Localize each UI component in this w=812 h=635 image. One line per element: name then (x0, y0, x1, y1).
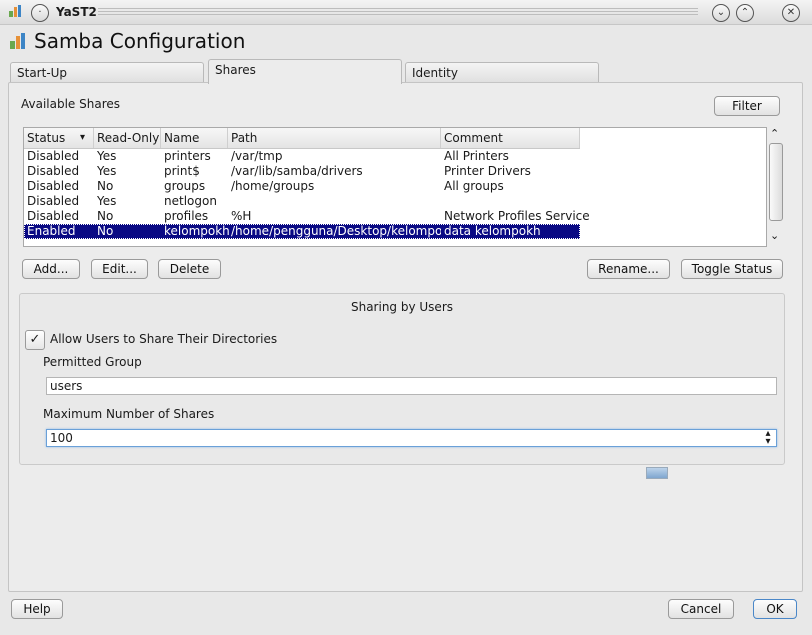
permitted-group-label: Permitted Group (43, 355, 142, 369)
titlebar-decoration (98, 8, 698, 16)
column-header-path[interactable]: Path (228, 128, 441, 148)
table-row-selected[interactable]: Enabled No kelompokh /home/pengguna/Desk… (24, 224, 580, 239)
sort-chevron-icon: ▾ (80, 132, 86, 143)
max-shares-label: Maximum Number of Shares (43, 407, 215, 421)
yast-icon (8, 4, 22, 18)
window-titlebar: · YaST2 ⌄ ⌃ ✕ (0, 0, 812, 25)
column-header-comment[interactable]: Comment (441, 128, 580, 148)
column-header-read-only[interactable]: Read-Only (94, 128, 161, 148)
window-menu-icon[interactable]: · (31, 4, 49, 22)
filter-button[interactable]: Filter (714, 96, 780, 116)
table-row[interactable]: Disabled No groups /home/groups All grou… (24, 179, 580, 194)
small-image-icon (646, 467, 668, 479)
delete-button[interactable]: Delete (158, 259, 221, 279)
rename-button[interactable]: Rename... (587, 259, 670, 279)
scroll-down-icon[interactable]: ⌄ (770, 229, 779, 242)
ok-button[interactable]: OK (753, 599, 797, 619)
checkmark-icon: ✓ (29, 332, 41, 347)
column-header-status[interactable]: Status ▾ (24, 128, 94, 148)
table-scrollbar[interactable]: ⌃ ⌄ (767, 127, 785, 245)
spinner-arrows-icon[interactable]: ▴ ▾ (763, 429, 773, 447)
table-row[interactable]: Disabled Yes printers /var/tmp All Print… (24, 149, 580, 164)
help-button[interactable]: Help (11, 599, 63, 619)
allow-sharing-label[interactable]: Allow Users to Share Their Directories (50, 332, 277, 346)
page-title: Samba Configuration (34, 29, 246, 53)
toggle-status-button[interactable]: Toggle Status (681, 259, 783, 279)
table-row[interactable]: Disabled Yes print$ /var/lib/samba/drive… (24, 164, 580, 179)
permitted-group-input[interactable]: users (46, 377, 777, 395)
sharing-group-title: Sharing by Users (350, 300, 454, 314)
edit-button[interactable]: Edit... (91, 259, 148, 279)
maximize-icon[interactable]: ⌃ (736, 4, 754, 22)
shares-table[interactable]: Status ▾ Read-Only Name Path Comment Dis… (23, 127, 767, 247)
allow-sharing-checkbox[interactable]: ✓ (25, 330, 45, 350)
max-shares-value: 100 (50, 431, 73, 445)
scroll-up-icon[interactable]: ⌃ (770, 127, 779, 140)
table-row[interactable]: Disabled Yes netlogon (24, 194, 580, 209)
header-icon (9, 32, 27, 50)
available-shares-label: Available Shares (21, 97, 121, 111)
scrollbar-thumb[interactable] (769, 143, 783, 221)
close-icon[interactable]: ✕ (782, 4, 800, 22)
window-title: YaST2 (56, 5, 97, 19)
tab-start-up[interactable]: Start-Up (10, 62, 204, 82)
minimize-icon[interactable]: ⌄ (712, 4, 730, 22)
max-shares-spinbox[interactable]: 100 ▴ ▾ (46, 429, 777, 447)
table-header: Status ▾ Read-Only Name Path Comment (24, 128, 580, 149)
table-row[interactable]: Disabled No profiles %H Network Profiles… (24, 209, 590, 224)
tab-shares[interactable]: Shares (208, 59, 402, 84)
cancel-button[interactable]: Cancel (668, 599, 734, 619)
add-button[interactable]: Add... (22, 259, 80, 279)
column-header-name[interactable]: Name (161, 128, 228, 148)
tab-identity[interactable]: Identity (405, 62, 599, 82)
